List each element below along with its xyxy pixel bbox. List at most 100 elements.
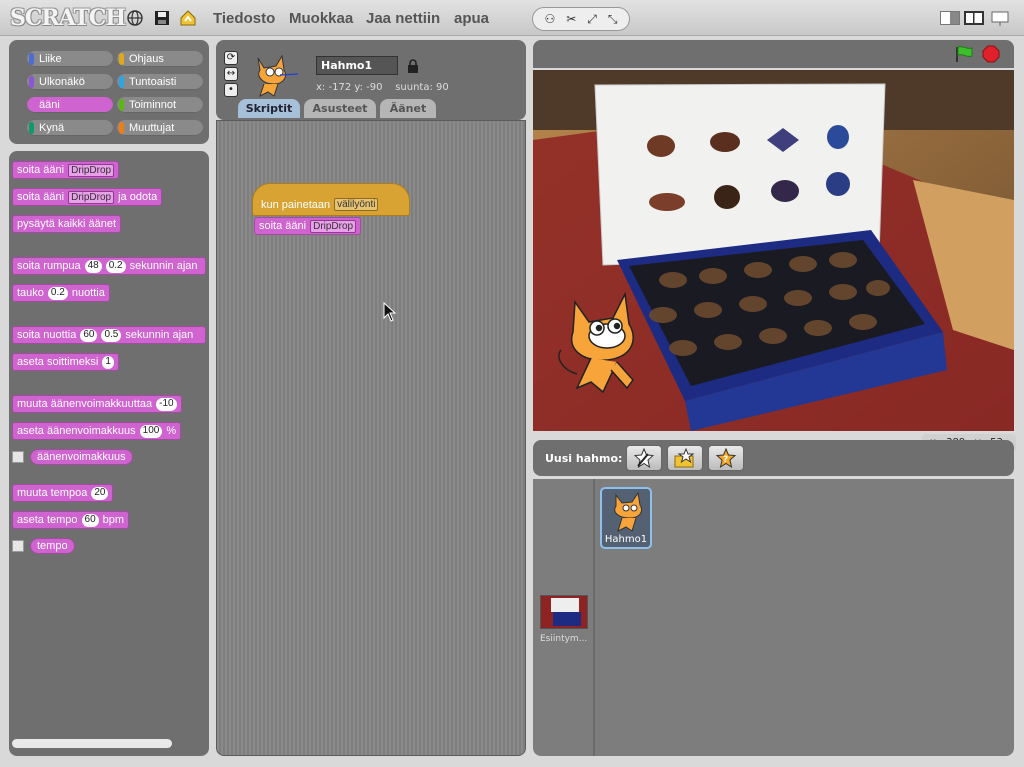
sound-dropdown[interactable]: DripDrop: [310, 219, 357, 233]
stamp-icon[interactable]: ⚇: [544, 12, 555, 26]
stop-all-sounds-block[interactable]: pysäytä kaikki äänet: [12, 215, 122, 233]
block-label: pysäytä kaikki äänet: [17, 218, 117, 230]
block-label: soita nuottia: [17, 329, 77, 341]
block-label: nuottia: [71, 287, 105, 299]
block-label: tauko: [17, 287, 44, 299]
stage[interactable]: [533, 70, 1014, 431]
block-label: soita ääni: [17, 164, 65, 176]
key-dropdown[interactable]: välilyönti: [334, 198, 379, 211]
share-icon[interactable]: [179, 9, 197, 27]
tab-costumes[interactable]: Asusteet: [304, 99, 376, 118]
play-sound-wait-block[interactable]: soita ääni DripDrop ja odota: [12, 188, 163, 206]
beats-input[interactable]: 0.2: [105, 259, 126, 273]
volume-reporter[interactable]: äänenvoimakkuus: [30, 449, 133, 465]
block-label: sekunnin ajan: [125, 329, 194, 341]
play-sound-block[interactable]: soita ääni DripDrop: [12, 161, 120, 179]
tempo-reporter[interactable]: tempo: [30, 538, 75, 554]
paint-new-sprite-button[interactable]: [626, 445, 662, 471]
menu-share[interactable]: Jaa nettiin: [366, 10, 440, 27]
category-sensing[interactable]: Tuntoaisti: [117, 74, 203, 90]
cut-icon[interactable]: ✂: [566, 12, 576, 26]
volume-change-input[interactable]: -10: [156, 397, 177, 411]
grow-icon[interactable]: ⤢: [587, 12, 597, 27]
note-input[interactable]: 60: [80, 328, 98, 342]
block-label: muuta tempoa: [17, 487, 88, 499]
category-pen[interactable]: Kynä: [27, 120, 113, 136]
script-play-sound-block[interactable]: soita ääni DripDrop: [254, 217, 362, 235]
stop-sign-icon[interactable]: [982, 45, 1000, 66]
folder-star-icon: [674, 448, 695, 468]
block-label: aseta soittimeksi: [17, 356, 99, 368]
tool-mode-bar: ⚇ ✂ ⤢ ⤡: [532, 7, 630, 31]
palette-scrollbar[interactable]: [12, 739, 172, 748]
category-control[interactable]: Ohjaus: [117, 51, 203, 67]
block-label: muuta äänenvoimakkuuttaa: [17, 398, 153, 410]
rotate-style-icon[interactable]: ⟳: [224, 51, 238, 65]
block-label: aseta tempo: [17, 514, 78, 526]
mouse-cursor-icon: [383, 301, 397, 325]
direction-value: 90: [436, 82, 449, 93]
category-operators[interactable]: Toiminnot: [117, 97, 203, 113]
scratch-logo: SCRATCH: [10, 5, 126, 31]
instrument-input[interactable]: 1: [102, 355, 114, 369]
menu-file[interactable]: Tiedosto: [213, 10, 275, 27]
category-looks[interactable]: Ulkonäkö: [27, 74, 113, 90]
menu-help[interactable]: apua: [454, 10, 489, 27]
when-key-pressed-block[interactable]: kun painetaan välilyönti: [252, 183, 410, 216]
choose-sprite-file-button[interactable]: [667, 445, 703, 471]
play-drum-block[interactable]: soita rumpua 48 0.2 sekunnin ajan: [12, 257, 206, 275]
block-label: soita ääni: [17, 191, 65, 203]
normal-layout-icon[interactable]: [964, 11, 984, 25]
set-volume-block[interactable]: aseta äänenvoimakkuus 100 %: [12, 422, 182, 440]
tempo-input[interactable]: 60: [81, 513, 99, 527]
stage-backdrop-image: [533, 70, 1014, 431]
volume-input[interactable]: 100: [139, 424, 163, 438]
block-label: bpm: [102, 514, 125, 526]
tab-sounds[interactable]: Äänet: [380, 99, 436, 118]
sound-dropdown[interactable]: DripDrop: [68, 163, 115, 177]
rest-block[interactable]: tauko 0.2 nuottia: [12, 284, 110, 302]
beats-input[interactable]: 0.2: [47, 286, 68, 300]
shrink-icon[interactable]: ⤡: [608, 12, 618, 27]
change-tempo-block[interactable]: muuta tempoa 20: [12, 484, 114, 502]
tempo-change-input[interactable]: 20: [91, 486, 109, 500]
block-label: aseta äänenvoimakkuus: [17, 425, 136, 437]
sprite-name-field[interactable]: Hahmo1: [316, 56, 398, 75]
save-icon[interactable]: [153, 9, 171, 27]
sprite-position: x: -172 y: -90 suunta: 90: [316, 82, 449, 93]
surprise-sprite-button[interactable]: ?: [708, 445, 744, 471]
menu-edit[interactable]: Muokkaa: [289, 10, 353, 27]
category-motion[interactable]: Liike: [27, 51, 113, 67]
block-label: sekunnin ajan: [129, 260, 198, 272]
small-stage-layout-icon[interactable]: [940, 11, 960, 25]
tab-scripts[interactable]: Skriptit: [238, 99, 300, 118]
change-volume-block[interactable]: muuta äänenvoimakkuuttaa -10: [12, 395, 182, 413]
volume-checkbox[interactable]: [12, 451, 24, 463]
block-palette: soita ääni DripDrop soita ääni DripDrop …: [9, 151, 209, 756]
x-label: x:: [316, 82, 326, 93]
category-sound[interactable]: ääni: [27, 97, 113, 113]
question-star-icon: ?: [715, 448, 737, 468]
category-variables[interactable]: Muuttujat: [117, 120, 203, 136]
flip-style-icon[interactable]: ↔: [224, 67, 238, 81]
set-instrument-block[interactable]: aseta soittimeksi 1: [12, 353, 119, 371]
block-label: %: [166, 425, 177, 437]
direction-label: suunta:: [395, 82, 433, 93]
presentation-mode-icon[interactable]: [990, 11, 1010, 26]
sprite-thumbnail-hahmo1[interactable]: Hahmo1: [600, 487, 652, 549]
sprite-cat-icon: [250, 52, 299, 101]
globe-icon[interactable]: [126, 9, 144, 27]
block-label: soita rumpua: [17, 260, 81, 272]
set-tempo-block[interactable]: aseta tempo 60 bpm: [12, 511, 130, 529]
stage-thumbnail[interactable]: [540, 595, 588, 629]
beats-input[interactable]: 0.5: [101, 328, 122, 342]
stage-thumbnail-label: Esiintym...: [540, 634, 588, 644]
play-note-block[interactable]: soita nuottia 60 0.5 sekunnin ajan: [12, 326, 206, 344]
lock-icon[interactable]: [407, 59, 419, 76]
drum-input[interactable]: 48: [84, 259, 102, 273]
tempo-checkbox[interactable]: [12, 540, 24, 552]
green-flag-icon[interactable]: [954, 45, 974, 66]
sound-dropdown[interactable]: DripDrop: [68, 190, 115, 204]
x-value: -172: [328, 82, 352, 93]
no-rotate-icon[interactable]: •: [224, 83, 238, 97]
